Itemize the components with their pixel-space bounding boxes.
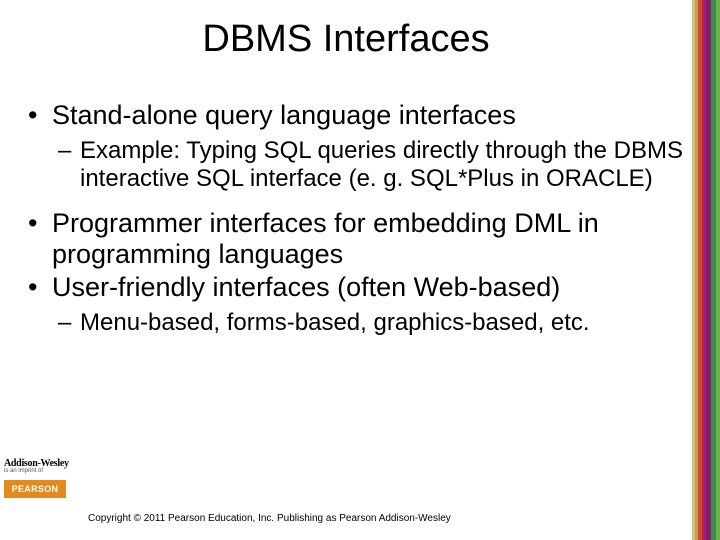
footer-logos: Addison-Wesley is an imprint of PEARSON	[4, 458, 84, 514]
slide-title: DBMS Interfaces	[0, 18, 692, 61]
bullet-standalone-query: Stand-alone query language interfaces	[28, 100, 688, 131]
pearson-logo: PEARSON	[4, 480, 66, 498]
slide-body: Stand-alone query language interfaces Ex…	[28, 100, 688, 337]
slide: DBMS Interfaces Stand-alone query langua…	[0, 0, 720, 540]
bullet-programmer-interfaces: Programmer interfaces for embedding DML …	[28, 208, 688, 270]
copyright-text: Copyright © 2011 Pearson Education, Inc.…	[88, 513, 451, 524]
decorative-stripes	[692, 0, 720, 540]
bullet-standalone-example: Example: Typing SQL queries directly thr…	[28, 137, 688, 192]
bullet-user-friendly: User-friendly interfaces (often Web-base…	[28, 272, 688, 303]
bullet-user-friendly-sub: Menu-based, forms-based, graphics-based,…	[28, 309, 688, 337]
